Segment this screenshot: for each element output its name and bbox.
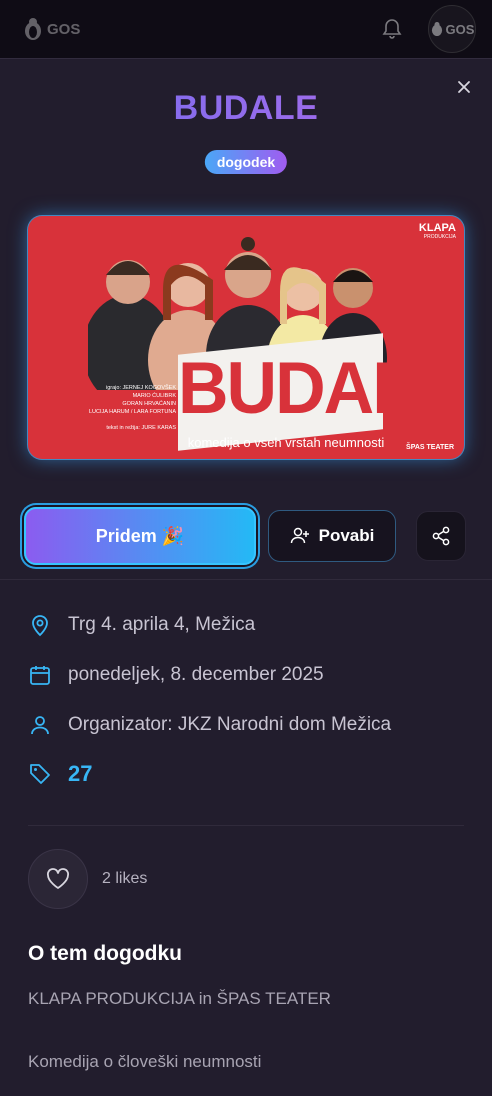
attend-label: Pridem 🎉 — [95, 525, 185, 546]
price-text: 27 — [68, 761, 93, 786]
about-heading: O tem dogodku — [28, 942, 182, 965]
location-row: Trg 4. aprila 4, Mežica — [28, 613, 255, 637]
user-plus-icon — [290, 527, 309, 544]
price-row: 27 — [28, 761, 92, 787]
user-icon — [31, 716, 49, 735]
action-buttons: Pridem 🎉 Povabi — [24, 507, 466, 565]
top-actions: GOS — [382, 5, 476, 53]
poster-subtitle: komedija o vseh vrstah neumnosti — [187, 435, 385, 450]
user-avatar[interactable]: GOS — [428, 5, 476, 53]
event-detail-sheet: BUDALE dogodek KLAPA PRODUKCIJA BUDALE ko… — [0, 58, 492, 1096]
section-divider — [28, 825, 464, 826]
about-line: KLAPA PRODUKCIJA in ŠPAS TEATER — [28, 989, 331, 1008]
top-app-bar: GOS GOS — [0, 0, 492, 58]
app-logo[interactable]: GOS — [22, 17, 80, 41]
share-button[interactable] — [416, 511, 466, 561]
date-row: ponedeljek, 8. december 2025 — [28, 663, 324, 687]
invite-label: Povabi — [318, 526, 375, 545]
event-poster: KLAPA PRODUKCIJA BUDALE komedija o vseh v… — [28, 216, 464, 459]
likes-count: 2 likes — [102, 870, 148, 887]
invite-button[interactable]: Povabi — [268, 510, 396, 562]
heart-icon — [47, 868, 69, 889]
attend-button[interactable]: Pridem 🎉 — [24, 507, 256, 565]
organizer-row: Organizator: JKZ Narodni dom Mežica — [28, 713, 391, 737]
poster-title: BUDALE — [178, 347, 460, 429]
location-text: Trg 4. aprila 4, Mežica — [68, 614, 256, 635]
map-pin-icon — [32, 615, 48, 637]
poster-brand: KLAPA PRODUKCIJA — [418, 222, 456, 240]
organizer-text: Organizator: JKZ Narodni dom Mežica — [68, 714, 392, 735]
about-line: Komedija o človeški neumnosti — [28, 1052, 262, 1071]
like-button[interactable] — [28, 849, 88, 909]
avatar-text: GOS — [445, 21, 475, 37]
poster-stamp: ŠPAS TEATER — [406, 444, 454, 451]
logo-text: GOS — [47, 20, 81, 38]
share-icon — [432, 526, 450, 546]
tag-icon — [30, 764, 50, 784]
likes-row: 2 likes — [28, 849, 147, 909]
section-divider — [0, 579, 492, 580]
calendar-icon — [30, 666, 50, 685]
penguin-logo-icon — [25, 18, 41, 40]
event-type-badge: dogodek — [204, 150, 288, 174]
poster-credits: igrajo: JERNEJ KOGOVŠEK MARIO ĆULIBRK GO… — [89, 385, 176, 431]
date-text: ponedeljek, 8. december 2025 — [68, 664, 324, 685]
event-title: BUDALE — [0, 89, 492, 128]
avatar-penguin-icon — [431, 22, 442, 36]
bell-icon[interactable] — [382, 18, 402, 40]
